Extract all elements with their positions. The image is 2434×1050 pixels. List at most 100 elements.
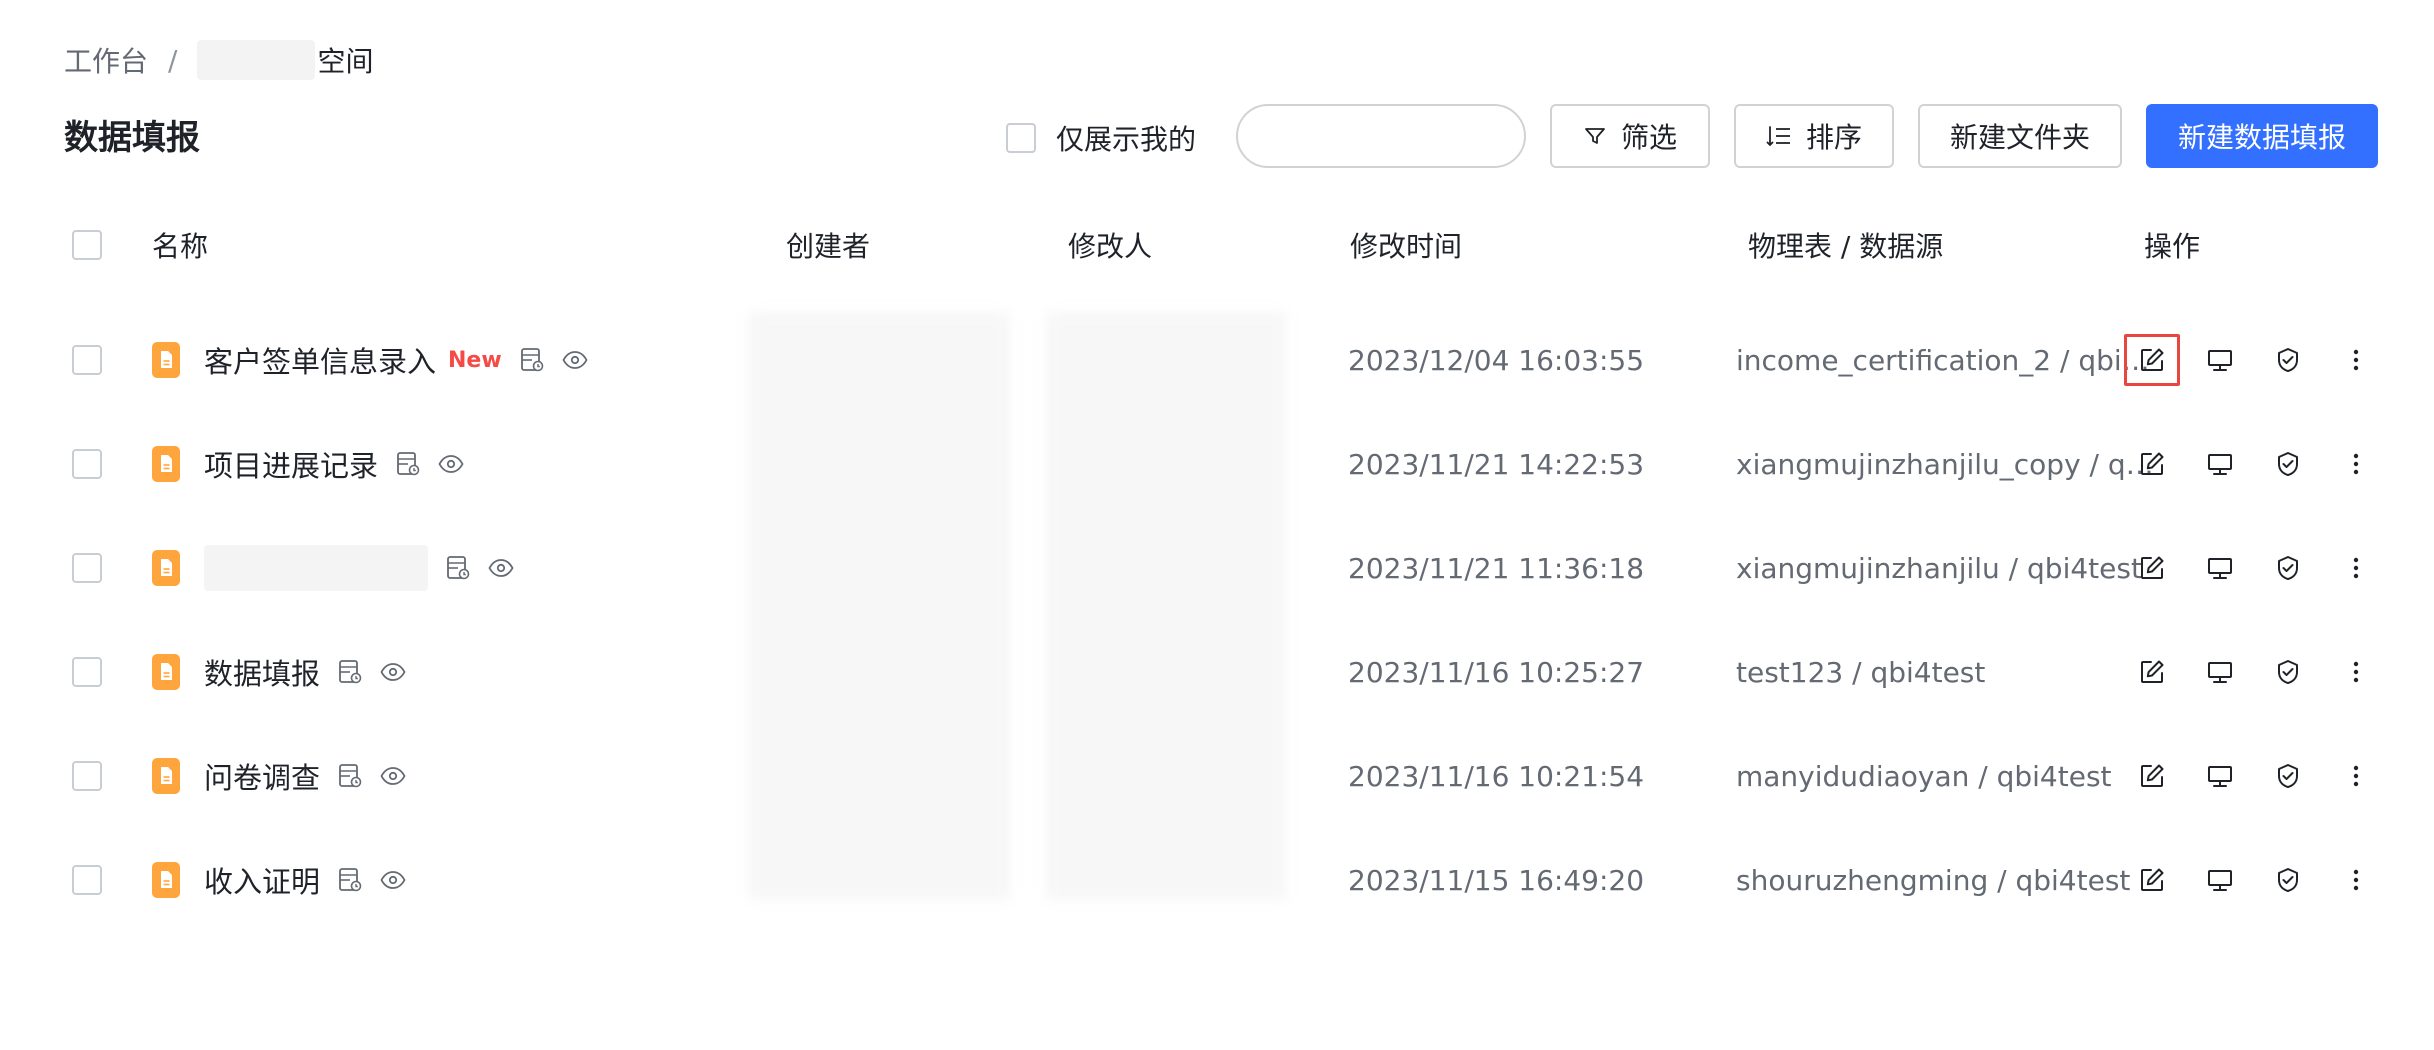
row-checkbox[interactable] <box>72 657 102 687</box>
column-header-actions: 操作 <box>2144 230 2201 263</box>
row-name[interactable]: 数据填报 <box>204 651 320 693</box>
row-name[interactable]: 客户签单信息录入 <box>204 339 436 381</box>
more-button[interactable] <box>2328 542 2384 594</box>
eye-icon[interactable] <box>380 766 406 786</box>
row-checkbox[interactable] <box>72 553 102 583</box>
modified-time: 2023/12/04 16:03:55 <box>1348 343 1645 377</box>
name-cell[interactable] <box>152 516 514 620</box>
table-row[interactable]: 客户签单信息录入 New 2023/12/04 16:03:55 income_ <box>64 308 2378 412</box>
edit-button[interactable] <box>2124 750 2180 802</box>
row-name[interactable]: 问卷调查 <box>204 755 320 797</box>
eye-icon[interactable] <box>380 662 406 682</box>
actions-cell <box>2124 724 2396 828</box>
column-header-source[interactable]: 物理表 / 数据源 <box>1748 210 2168 280</box>
search-box[interactable] <box>1236 104 1596 168</box>
breadcrumb-separator: / <box>168 43 178 77</box>
only-mine-checkbox[interactable] <box>1006 123 1036 153</box>
preview-button[interactable] <box>2192 334 2248 386</box>
sort-label: 排序 <box>1805 121 1862 154</box>
preview-button[interactable] <box>2192 542 2248 594</box>
document-icon <box>152 654 180 690</box>
edit-button[interactable] <box>2124 646 2180 698</box>
more-button[interactable] <box>2328 750 2384 802</box>
column-header-name[interactable]: 名称 <box>152 210 208 280</box>
eye-icon[interactable] <box>438 454 464 474</box>
name-cell[interactable]: 项目进展记录 <box>152 412 464 516</box>
preview-button[interactable] <box>2192 646 2248 698</box>
column-header-creator[interactable]: 创建者 <box>786 210 870 280</box>
edit-button[interactable] <box>2124 438 2180 490</box>
name-cell[interactable]: 收入证明 <box>152 828 406 932</box>
document-icon <box>152 862 180 898</box>
name-cell[interactable]: 客户签单信息录入 New <box>152 308 588 412</box>
modified-time: 2023/11/16 10:21:54 <box>1348 759 1645 793</box>
table-icon[interactable] <box>338 763 362 789</box>
permission-button[interactable] <box>2260 334 2316 386</box>
permission-button[interactable] <box>2260 646 2316 698</box>
shield-icon <box>2278 452 2298 476</box>
source-text: test123 / qbi4test <box>1736 655 1986 689</box>
row-name[interactable]: 收入证明 <box>204 859 320 901</box>
edit-icon <box>2141 868 2164 891</box>
permission-button[interactable] <box>2260 438 2316 490</box>
column-header-modifier[interactable]: 修改人 <box>1068 210 1152 280</box>
name-cell[interactable]: 问卷调查 <box>152 724 406 828</box>
table-icon[interactable] <box>338 659 362 685</box>
source-text: xiangmujinzhanjilu_copy / qbi4test <box>1736 447 2156 481</box>
modified-time: 2023/11/21 11:36:18 <box>1348 551 1645 585</box>
table-icon[interactable] <box>338 867 362 893</box>
actions-cell <box>2124 516 2396 620</box>
shield-icon <box>2278 764 2298 788</box>
monitor-icon <box>2208 454 2232 475</box>
eye-icon[interactable] <box>488 558 514 578</box>
permission-button[interactable] <box>2260 750 2316 802</box>
preview-button[interactable] <box>2192 438 2248 490</box>
breadcrumb-root[interactable]: 工作台 <box>64 40 148 80</box>
row-checkbox[interactable] <box>72 761 102 791</box>
new-folder-button[interactable]: 新建文件夹 <box>1918 104 2122 168</box>
table-row[interactable]: 问卷调查 2023/11/16 10:21:54 manyidudiaoyan <box>64 724 2378 828</box>
row-checkbox[interactable] <box>72 865 102 895</box>
monitor-icon <box>2208 870 2232 891</box>
table-icon[interactable] <box>520 347 544 373</box>
new-data-form-button[interactable]: 新建数据填报 <box>2146 104 2378 168</box>
row-checkbox[interactable] <box>72 449 102 479</box>
edit-button[interactable] <box>2124 334 2180 386</box>
new-badge: New <box>448 347 502 373</box>
table-icon[interactable] <box>446 555 470 581</box>
filter-button[interactable]: 筛选 <box>1550 104 1710 168</box>
row-name[interactable]: 项目进展记录 <box>204 443 378 485</box>
edit-icon <box>2141 348 2164 371</box>
table-row[interactable]: 收入证明 2023/11/15 16:49:20 shouruzhengming… <box>64 828 2378 932</box>
edit-icon <box>2141 452 2164 475</box>
sort-button[interactable]: 排序 <box>1734 104 1894 168</box>
more-button[interactable] <box>2328 646 2384 698</box>
more-button[interactable] <box>2328 334 2384 386</box>
source-cell: xiangmujinzhanjilu_copy / qbi4test <box>1736 412 2156 516</box>
more-button[interactable] <box>2328 438 2384 490</box>
table-icon[interactable] <box>396 451 420 477</box>
permission-button[interactable] <box>2260 854 2316 906</box>
document-icon <box>152 550 180 586</box>
table-row[interactable]: 项目进展记录 2023/11/21 14:22:53 xiangmujinzha… <box>64 412 2378 516</box>
filter-label: 筛选 <box>1620 121 1677 154</box>
document-icon <box>152 758 180 794</box>
table-row[interactable]: 数据填报 2023/11/16 10:25:27 test123 / qbi4t… <box>64 620 2378 724</box>
permission-button[interactable] <box>2260 542 2316 594</box>
row-checkbox[interactable] <box>72 345 102 375</box>
more-icon <box>2353 453 2359 475</box>
only-mine-toggle[interactable]: 仅展示我的 <box>1006 116 1196 160</box>
search-input[interactable] <box>1272 116 1596 156</box>
more-button[interactable] <box>2328 854 2384 906</box>
eye-icon[interactable] <box>380 870 406 890</box>
actions-cell <box>2124 828 2396 932</box>
column-header-modified-time[interactable]: 修改时间 <box>1350 210 1462 280</box>
edit-button[interactable] <box>2124 854 2180 906</box>
eye-icon[interactable] <box>562 350 588 370</box>
table-row[interactable]: 2023/11/21 11:36:18 xiangmujinzhanjilu /… <box>64 516 2378 620</box>
preview-button[interactable] <box>2192 750 2248 802</box>
preview-button[interactable] <box>2192 854 2248 906</box>
select-all-checkbox[interactable] <box>72 230 102 260</box>
edit-button[interactable] <box>2124 542 2180 594</box>
name-cell[interactable]: 数据填报 <box>152 620 406 724</box>
